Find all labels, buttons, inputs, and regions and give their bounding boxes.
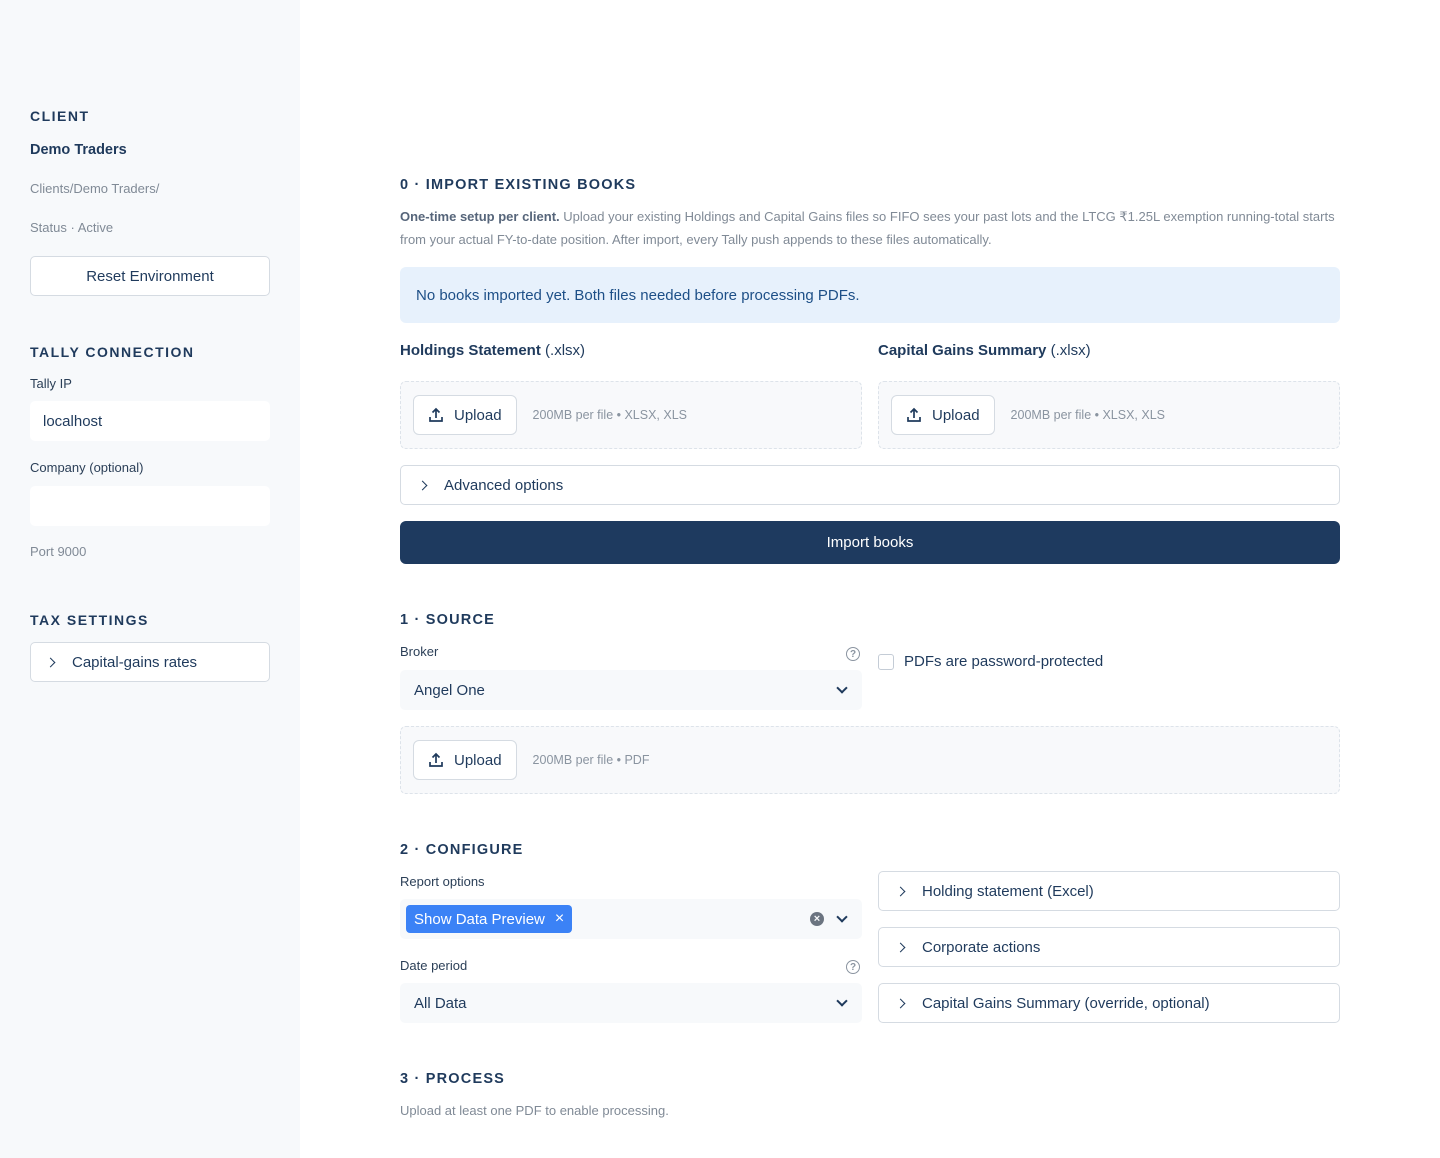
company-label: Company (optional) xyxy=(30,460,144,475)
password-protected-checkbox[interactable] xyxy=(878,653,894,670)
client-status: Status · Active xyxy=(30,220,114,235)
import-books-button[interactable]: Import books xyxy=(400,521,1340,564)
import-books-description: One-time setup per client. Upload your e… xyxy=(400,205,1340,251)
upload-icon xyxy=(429,407,443,422)
import-desc-bold: One-time setup per client. xyxy=(400,209,560,224)
import-books-heading: 0 · IMPORT EXISTING BOOKS xyxy=(400,177,637,193)
report-options-multiselect[interactable]: Show Data Preview × × xyxy=(400,899,862,939)
date-period-select[interactable]: All Data xyxy=(400,983,862,1023)
configure-heading: 2 · CONFIGURE xyxy=(400,842,524,858)
holdings-statement-label: Holdings Statement (.xlsx) xyxy=(400,342,586,359)
tally-connection-heading: TALLY CONNECTION xyxy=(30,344,195,360)
chevron-right-icon xyxy=(895,886,906,896)
client-path: Clients/Demo Traders/ xyxy=(30,181,160,196)
password-protected-checkbox-row[interactable]: PDFs are password-protected xyxy=(878,653,1103,670)
tally-ip-input[interactable]: localhost xyxy=(30,401,270,441)
corporate-actions-expander[interactable]: Corporate actions xyxy=(878,927,1340,967)
source-heading: 1 · SOURCE xyxy=(400,612,495,628)
capital-gains-rates-expander[interactable]: Capital-gains rates xyxy=(30,642,270,682)
pdf-dropzone[interactable]: Upload 200MB per file • PDF xyxy=(400,726,1340,794)
tax-settings-heading: TAX SETTINGS xyxy=(30,612,149,628)
remove-tag-icon[interactable]: × xyxy=(555,910,564,928)
holdings-file-hint: 200MB per file • XLSX, XLS xyxy=(532,408,688,422)
report-options-label: Report options xyxy=(400,874,485,889)
tally-ip-label: Tally IP xyxy=(30,376,72,391)
holding-statement-expander[interactable]: Holding statement (Excel) xyxy=(878,871,1340,911)
capital-gains-override-expander[interactable]: Capital Gains Summary (override, optiona… xyxy=(878,983,1340,1023)
port-text: Port 9000 xyxy=(30,544,87,559)
import-desc-line2: from your actual FY-to-date position. Af… xyxy=(400,232,992,247)
client-heading: CLIENT xyxy=(30,108,90,124)
clear-icon[interactable]: × xyxy=(810,912,824,926)
broker-label: Broker xyxy=(400,644,439,659)
pdf-upload-button[interactable]: Upload xyxy=(413,740,517,780)
pdf-file-hint: 200MB per file • PDF xyxy=(532,753,650,767)
holdings-upload-button[interactable]: Upload xyxy=(413,395,517,435)
show-data-preview-tag[interactable]: Show Data Preview × xyxy=(406,905,573,933)
advanced-options-expander[interactable]: Advanced options xyxy=(400,465,1340,505)
capital-gains-upload-button[interactable]: Upload xyxy=(891,395,995,435)
import-desc-line1: Upload your existing Holdings and Capita… xyxy=(559,209,1335,224)
reset-environment-button[interactable]: Reset Environment xyxy=(30,256,270,296)
capital-gains-summary-label: Capital Gains Summary (.xlsx) xyxy=(878,342,1091,359)
chevron-right-icon xyxy=(895,942,906,952)
chevron-down-icon xyxy=(836,682,848,694)
chevron-down-icon xyxy=(836,911,848,923)
upload-icon xyxy=(907,407,921,422)
capital-gains-file-hint: 200MB per file • XLSX, XLS xyxy=(1010,408,1166,422)
capital-gains-rates-label: Capital-gains rates xyxy=(72,653,198,671)
date-period-label: Date period xyxy=(400,958,468,973)
help-icon[interactable]: ? xyxy=(846,960,860,974)
sidebar: CLIENT Demo Traders Clients/Demo Traders… xyxy=(0,0,300,1158)
process-hint: Upload at least one PDF to enable proces… xyxy=(400,1103,669,1118)
help-icon[interactable]: ? xyxy=(846,647,860,661)
upload-icon xyxy=(429,752,443,767)
company-input[interactable] xyxy=(30,486,270,526)
holdings-dropzone[interactable]: Upload 200MB per file • XLSX, XLS xyxy=(400,381,862,449)
capital-gains-dropzone[interactable]: Upload 200MB per file • XLSX, XLS xyxy=(878,381,1340,449)
chevron-right-icon xyxy=(417,480,428,490)
chevron-right-icon xyxy=(895,998,906,1008)
process-heading: 3 · PROCESS xyxy=(400,1071,506,1087)
client-name: Demo Traders xyxy=(30,142,127,158)
chevron-right-icon xyxy=(45,657,56,667)
chevron-down-icon xyxy=(836,995,848,1007)
books-info-alert: No books imported yet. Both files needed… xyxy=(400,267,1340,323)
broker-select[interactable]: Angel One xyxy=(400,670,862,710)
